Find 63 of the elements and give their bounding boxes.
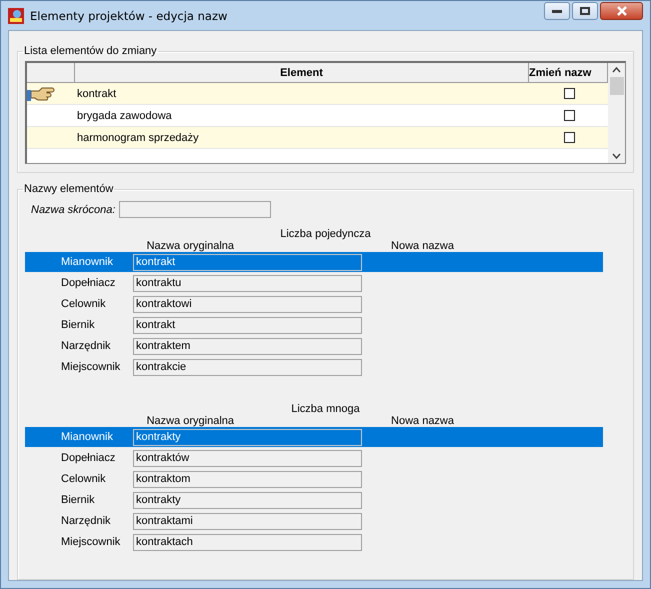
case-row[interactable]: Narzędnik kontraktem xyxy=(25,336,603,356)
original-name-field[interactable]: kontraktu xyxy=(133,274,362,292)
case-label: Miejscownik xyxy=(60,361,122,373)
field-label: Nazwa skrócona: xyxy=(31,204,116,216)
original-name-field[interactable]: kontrakt xyxy=(133,254,362,270)
case-row[interactable]: Biernik kontrakt xyxy=(25,315,603,335)
section-title: Liczba pojedyncza xyxy=(280,228,371,240)
case-label: Narzędnik xyxy=(60,515,112,527)
column-header: Nazwa oryginalna xyxy=(146,415,234,427)
column-header: Nowa nazwa xyxy=(390,240,454,252)
original-name-field[interactable]: kontraktach xyxy=(133,534,362,550)
close-icon xyxy=(616,6,628,16)
maximize-button[interactable] xyxy=(572,2,598,20)
close-button[interactable] xyxy=(600,2,643,20)
checkbox[interactable] xyxy=(564,88,574,99)
table-cell-text: kontrakt xyxy=(76,88,118,100)
case-label: Mianownik xyxy=(60,256,114,268)
short-name-field[interactable] xyxy=(119,201,272,218)
original-name-field[interactable]: kontrakt xyxy=(133,316,362,334)
minimize-button[interactable] xyxy=(544,2,570,20)
case-label: Dopełniacz xyxy=(60,452,116,464)
original-name-field[interactable]: kontraktom xyxy=(133,470,362,488)
table-cell-text: brygada zawodowa xyxy=(76,110,173,122)
case-row[interactable]: Dopełniacz kontraktów xyxy=(25,448,603,468)
case-row[interactable]: Biernik kontrakty xyxy=(25,490,603,510)
scrollbar[interactable] xyxy=(608,63,625,163)
window-title: Elementy projektów - edycja nazw xyxy=(30,8,228,22)
case-row[interactable]: Miejscownik kontraktach xyxy=(25,532,603,552)
original-name-field[interactable]: kontraktami xyxy=(133,512,362,530)
original-name-field[interactable]: kontraktowi xyxy=(133,296,362,312)
original-name-field[interactable]: kontrakty xyxy=(133,492,362,508)
case-row[interactable]: Mianownik kontrakty xyxy=(25,427,603,447)
group-legend: Nazwy elementów xyxy=(23,183,114,195)
original-name-field[interactable]: kontraktów xyxy=(133,450,362,466)
case-row[interactable]: Miejscownik kontrakcie xyxy=(25,357,603,377)
checkbox[interactable] xyxy=(564,132,574,143)
case-label: Dopełniacz xyxy=(60,277,116,289)
scrollbar-thumb[interactable] xyxy=(610,77,624,95)
column-header: Nowa nazwa xyxy=(390,415,454,427)
app-icon xyxy=(8,8,24,24)
section-title: Liczba mnoga xyxy=(291,403,360,415)
original-name-field[interactable]: kontraktem xyxy=(133,338,362,354)
case-label: Miejscownik xyxy=(60,536,122,548)
table-cell-text: harmonogram sprzedaży xyxy=(76,132,200,144)
case-row[interactable]: Celownik kontraktowi xyxy=(25,294,603,314)
original-name-field[interactable]: kontrakty xyxy=(133,428,362,446)
minimize-icon xyxy=(552,10,562,12)
original-name-field[interactable]: kontrakcie xyxy=(133,358,362,376)
case-label: Celownik xyxy=(60,473,107,485)
maximize-icon xyxy=(580,7,590,15)
case-row[interactable]: Celownik kontraktom xyxy=(25,469,603,489)
group-legend: Lista elementów do zmiany xyxy=(23,45,158,57)
case-row[interactable]: Narzędnik kontraktami xyxy=(25,511,603,531)
checkbox[interactable] xyxy=(564,110,574,121)
case-row[interactable]: Mianownik kontrakt xyxy=(25,252,603,272)
case-label: Biernik xyxy=(60,319,96,331)
column-header: Nazwa oryginalna xyxy=(146,240,234,252)
column-header[interactable]: Element xyxy=(75,63,529,82)
case-label: Celownik xyxy=(60,298,107,310)
case-label: Mianownik xyxy=(60,431,114,443)
case-label: Narzędnik xyxy=(60,340,112,352)
case-label: Biernik xyxy=(60,494,96,506)
case-row[interactable]: Dopełniacz kontraktu xyxy=(25,273,603,293)
